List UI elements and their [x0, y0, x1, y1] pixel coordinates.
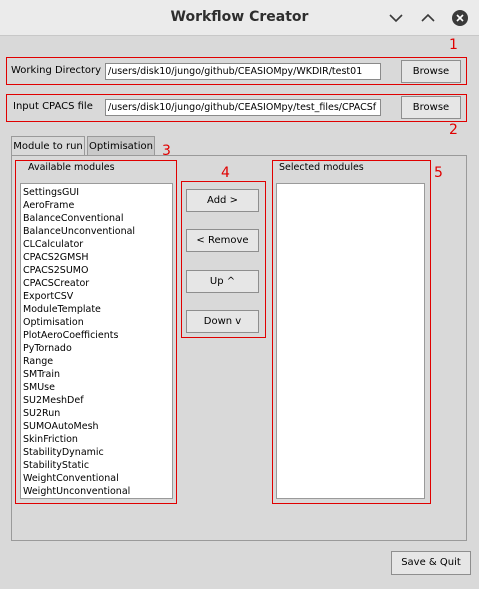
input-cpacs-label: Input CPACS file [13, 101, 93, 112]
add-button[interactable]: Add > [186, 189, 259, 212]
list-item[interactable]: ExportCSV [21, 290, 172, 303]
selected-modules-list[interactable] [276, 183, 425, 499]
available-modules-list[interactable]: SettingsGUI AeroFrame BalanceConventional B… [20, 183, 173, 499]
list-item[interactable]: PyTornado [21, 342, 172, 355]
list-item[interactable]: WeightUnconventional [21, 485, 172, 498]
annotation-number-1: 1 [449, 37, 458, 53]
annotation-number-2: 2 [449, 122, 458, 138]
list-item[interactable]: SU2MeshDef [21, 394, 172, 407]
list-item[interactable]: CPACS2GMSH [21, 251, 172, 264]
up-button[interactable]: Up ^ [186, 270, 259, 293]
available-modules-title: Available modules [26, 162, 117, 173]
tab-module-to-run[interactable]: Module to run [11, 136, 85, 156]
input-cpacs-field[interactable]: /users/disk10/jungo/github/CEASIOMpy/tes… [105, 99, 381, 116]
list-item[interactable]: BalanceConventional [21, 212, 172, 225]
list-item[interactable]: StabilityDynamic [21, 446, 172, 459]
maximize-icon[interactable] [418, 8, 438, 28]
list-item[interactable]: CLCalculator [21, 238, 172, 251]
list-item[interactable]: SettingsGUI [21, 186, 172, 199]
minimize-icon[interactable] [386, 8, 406, 28]
down-button[interactable]: Down v [186, 310, 259, 333]
list-item[interactable]: CPACSCreator [21, 277, 172, 290]
list-item[interactable]: AeroFrame [21, 199, 172, 212]
annotation-number-4: 4 [221, 165, 230, 181]
list-item[interactable]: PlotAeroCoefficients [21, 329, 172, 342]
list-item[interactable]: SkinFriction [21, 433, 172, 446]
list-item[interactable]: SUMOAutoMesh [21, 420, 172, 433]
title-bar: Workflow Creator [0, 0, 479, 36]
tab-optimisation[interactable]: Optimisation [87, 136, 155, 156]
remove-button[interactable]: < Remove [186, 229, 259, 252]
browse-cpacs-button[interactable]: Browse [401, 96, 461, 119]
list-item[interactable]: CPACS2SUMO [21, 264, 172, 277]
list-item[interactable]: StabilityStatic [21, 459, 172, 472]
list-item[interactable]: WeightConventional [21, 472, 172, 485]
list-item[interactable]: SU2Run [21, 407, 172, 420]
annotation-number-3: 3 [162, 143, 171, 159]
selected-modules-title: Selected modules [277, 162, 366, 173]
browse-working-directory-button[interactable]: Browse [401, 60, 461, 83]
window-title: Workflow Creator [170, 9, 309, 25]
list-item[interactable]: BalanceUnconventional [21, 225, 172, 238]
save-quit-button[interactable]: Save & Quit [391, 551, 471, 575]
list-item[interactable]: Optimisation [21, 316, 172, 329]
list-item[interactable]: SMUse [21, 381, 172, 394]
list-item[interactable]: SMTrain [21, 368, 172, 381]
working-directory-label: Working Directory [11, 65, 102, 76]
working-directory-field[interactable]: /users/disk10/jungo/github/CEASIOMpy/WKD… [105, 63, 381, 80]
list-item[interactable]: ModuleTemplate [21, 303, 172, 316]
list-item[interactable]: Range [21, 355, 172, 368]
close-icon[interactable] [452, 10, 468, 26]
annotation-number-5: 5 [434, 165, 443, 181]
